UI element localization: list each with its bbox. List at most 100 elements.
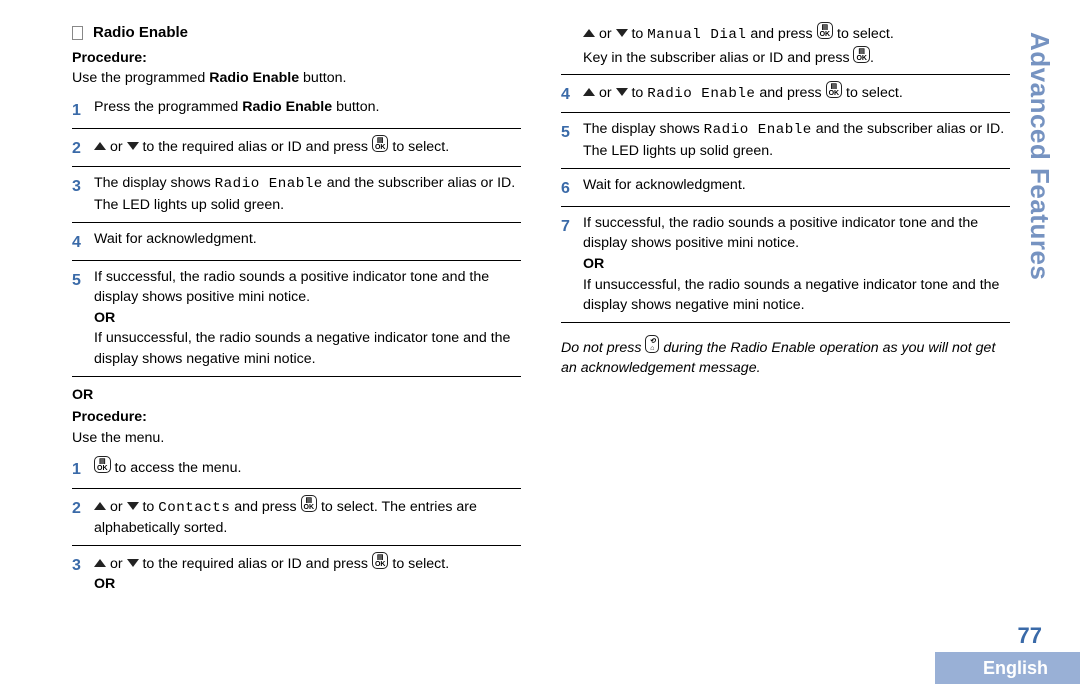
step-body: Wait for acknowledgment. [94, 229, 521, 250]
procedure-label: Procedure: [72, 407, 521, 428]
text: Do not press [561, 340, 645, 356]
step-row: 1 ▤OK to access the menu. [72, 450, 521, 488]
down-arrow-icon [127, 502, 139, 510]
text: The display shows [94, 175, 215, 191]
step-row: 6 Wait for acknowledgment. [561, 169, 1010, 207]
step-body: or to Radio Enable and press ▤OK to sele… [583, 81, 1010, 105]
step-body: The display shows Radio Enable and the s… [94, 173, 521, 215]
down-arrow-icon [127, 142, 139, 150]
ok-button-icon: ▤OK [853, 46, 870, 63]
text: If unsuccessful, the radio sounds a nega… [94, 330, 510, 367]
step-row: or to Manual Dial and press ▤OK to selec… [561, 22, 1010, 75]
up-arrow-icon [583, 88, 595, 96]
step-row: 4 Wait for acknowledgment. [72, 223, 521, 261]
text: button. [299, 70, 346, 86]
text: and press [230, 499, 300, 515]
text: or [106, 556, 127, 572]
text: to access the menu. [111, 460, 242, 476]
bold-text: Radio Enable [209, 70, 299, 86]
display-text: Manual Dial [647, 27, 746, 43]
manual-page: Radio Enable Procedure: Use the programm… [0, 0, 1080, 698]
back-button-icon: ⟲⌂ [645, 335, 659, 353]
display-text: Radio Enable [647, 86, 755, 102]
text: to [139, 499, 159, 515]
text: to the required alias or ID and press [139, 139, 372, 155]
step-row: 5 The display shows Radio Enable and the… [561, 113, 1010, 168]
language-tab: English [935, 652, 1080, 684]
step-body: Wait for acknowledgment. [583, 175, 1010, 196]
two-column-layout: Radio Enable Procedure: Use the programm… [72, 22, 1010, 601]
step-body: If successful, the radio sounds a positi… [583, 213, 1010, 316]
up-arrow-icon [583, 29, 595, 37]
text: Key in the subscriber alias or ID and pr… [583, 50, 853, 66]
step-number: 5 [72, 267, 94, 292]
heading-text: Radio Enable [93, 22, 188, 44]
bold-text: Radio Enable [242, 99, 332, 115]
step-row: 2 or to Contacts and press ▤OK to select… [72, 489, 521, 546]
text: or [106, 139, 127, 155]
step-body: If successful, the radio sounds a positi… [94, 267, 521, 370]
step-row: 7 If successful, the radio sounds a posi… [561, 207, 1010, 323]
step-body: The display shows Radio Enable and the s… [583, 119, 1010, 161]
step-row: 4 or to Radio Enable and press ▤OK to se… [561, 75, 1010, 113]
step-number-blank [561, 22, 583, 24]
or-divider: OR [72, 385, 521, 406]
text: to [628, 85, 648, 101]
text: and press [755, 85, 825, 101]
text: to select. [388, 139, 449, 155]
step-row: 1 Press the programmed Radio Enable butt… [72, 91, 521, 129]
up-arrow-icon [94, 142, 106, 150]
step-number: 7 [561, 213, 583, 238]
step-number: 6 [561, 175, 583, 200]
down-arrow-icon [616, 29, 628, 37]
text: The display shows [583, 121, 704, 137]
or-label: OR [94, 576, 115, 592]
step-row: 5 If successful, the radio sounds a posi… [72, 261, 521, 377]
intro-line-2: Use the menu. [72, 428, 521, 449]
section-tab: Advanced Features [1020, 32, 1058, 280]
text: to select. [842, 85, 903, 101]
step-number: 3 [72, 552, 94, 577]
or-label: OR [583, 256, 604, 272]
or-label: OR [94, 310, 115, 326]
ok-button-icon: ▤OK [817, 22, 834, 39]
step-row: 2 or to the required alias or ID and pre… [72, 129, 521, 167]
page-number: 77 [1018, 620, 1042, 652]
step-body: ▤OK to access the menu. [94, 456, 521, 479]
step-body: or to the required alias or ID and press… [94, 552, 521, 595]
step-number: 1 [72, 97, 94, 122]
text: to select. [833, 26, 894, 42]
intro-line-1: Use the programmed Radio Enable button. [72, 68, 521, 89]
step-number: 5 [561, 119, 583, 144]
text: to the required alias or ID and press [139, 556, 372, 572]
text: to select. [388, 556, 449, 572]
ok-button-icon: ▤OK [301, 495, 318, 512]
up-arrow-icon [94, 559, 106, 567]
step-number: 2 [72, 495, 94, 520]
ok-button-icon: ▤OK [826, 81, 843, 98]
ok-button-icon: ▤OK [372, 552, 389, 569]
text: If unsuccessful, the radio sounds a nega… [583, 277, 999, 314]
step-number: 3 [72, 173, 94, 198]
left-column: Radio Enable Procedure: Use the programm… [72, 22, 521, 601]
text: Use the programmed [72, 70, 209, 86]
down-arrow-icon [127, 559, 139, 567]
footnote: Do not press ⟲⌂ during the Radio Enable … [561, 335, 1010, 379]
procedure-label: Procedure: [72, 48, 521, 69]
text: or [106, 499, 127, 515]
text: to [628, 26, 648, 42]
up-arrow-icon [94, 502, 106, 510]
text: button. [332, 99, 379, 115]
display-text: Radio Enable [704, 122, 812, 138]
step-body: or to Contacts and press ▤OK to select. … [94, 495, 521, 539]
step-body: or to the required alias or ID and press… [94, 135, 521, 158]
text: Press the programmed [94, 99, 242, 115]
text: or [595, 26, 616, 42]
ok-button-icon: ▤OK [94, 456, 111, 473]
text: and press [746, 26, 816, 42]
text: If successful, the radio sounds a positi… [94, 269, 489, 306]
step-row: 3 or to the required alias or ID and pre… [72, 546, 521, 601]
step-body: or to Manual Dial and press ▤OK to selec… [583, 22, 1010, 68]
step-number: 2 [72, 135, 94, 160]
step-number: 4 [72, 229, 94, 254]
